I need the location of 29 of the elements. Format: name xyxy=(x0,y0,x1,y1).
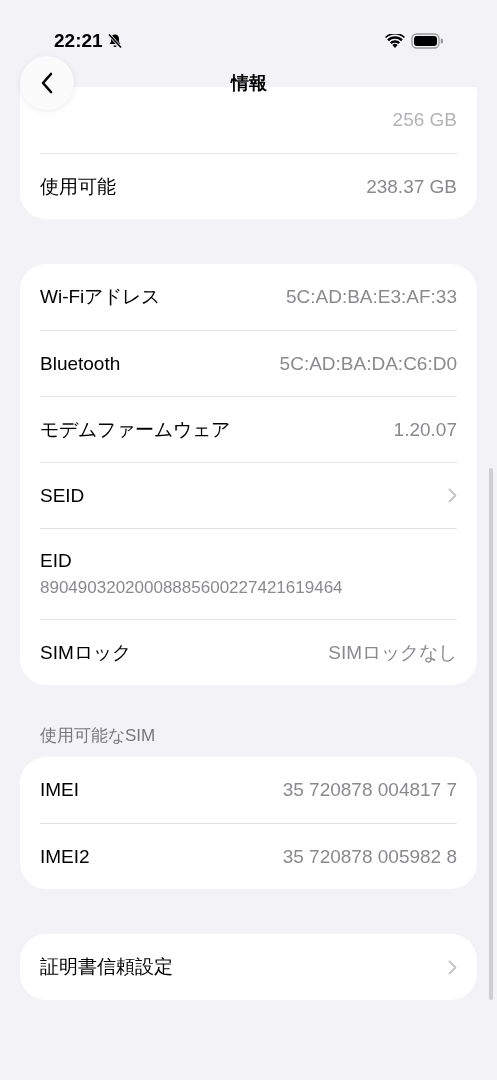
wifi-icon xyxy=(385,33,405,49)
row-label: SIMロック xyxy=(40,640,131,665)
list-item[interactable]: 証明書信頼設定 xyxy=(40,934,457,1000)
bell-muted-icon xyxy=(106,33,123,49)
row-value: 238.37 GB xyxy=(366,175,457,198)
row-label: Bluetooth xyxy=(40,352,121,375)
row-label: Wi-Fiアドレス xyxy=(40,285,161,309)
row-label: 使用可能 xyxy=(40,174,116,199)
list-item[interactable]: SEID xyxy=(40,462,457,528)
screen-title: 情報 xyxy=(230,72,267,95)
row-value: 256 GB xyxy=(392,109,457,131)
row-value: SIMロックなし xyxy=(328,640,457,665)
chevron-icon xyxy=(448,488,457,503)
back-button[interactable] xyxy=(20,56,74,110)
row-label: IMEI xyxy=(40,779,80,801)
row-value: 35 720878 004817 7 xyxy=(282,779,457,801)
battery-icon xyxy=(411,33,443,49)
chevron-icon xyxy=(448,959,457,975)
row-value: 5C:AD:BA:E3:AF:33 xyxy=(285,286,457,308)
row-label: IMEI2 xyxy=(40,845,90,868)
row-value: 5C:AD:BA:DA:C6:D0 xyxy=(279,352,457,375)
row-value: 89049032020008885600227421619464 xyxy=(40,578,343,598)
row-value: 1.20.07 xyxy=(393,418,457,441)
section-header: 使用可能なSIM xyxy=(39,725,157,747)
row-label: EID xyxy=(40,550,72,572)
row-value: 35 720878 005982 8 xyxy=(282,845,457,868)
chevron-left-icon xyxy=(40,72,54,94)
row-label: モデムファームウェア xyxy=(40,417,230,442)
status-time: 22:21 xyxy=(54,30,103,52)
